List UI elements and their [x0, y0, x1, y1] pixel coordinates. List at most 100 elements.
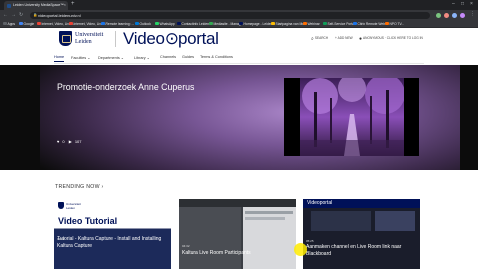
- bookmark-item[interactable]: Self-Service Portal: [323, 21, 355, 26]
- video-card[interactable]: Videoportal 05:25 Aanmaken channel en Li…: [303, 199, 420, 269]
- nav-home[interactable]: Home: [54, 55, 65, 62]
- profile-avatar-icon[interactable]: [460, 12, 465, 18]
- extension-icon[interactable]: [436, 12, 441, 18]
- card-duration: 05:25: [306, 239, 314, 243]
- screen-panel: [375, 211, 415, 231]
- screen-row: [245, 211, 293, 214]
- nav-departments[interactable]: Departments ⌄: [98, 55, 124, 60]
- extension-icon[interactable]: [452, 12, 457, 18]
- maximize-icon[interactable]: □: [461, 1, 464, 7]
- logo-line-1: Universiteit: [75, 32, 104, 38]
- bookmark-label: Remote learning: ...: [105, 21, 135, 26]
- bookmark-favicon-icon: [135, 21, 139, 25]
- search-icon: ⌕: [311, 36, 314, 42]
- mouse-cursor-highlight: [294, 243, 307, 256]
- reload-icon[interactable]: ↻: [19, 12, 23, 18]
- card-duration: 04:32: [182, 244, 190, 248]
- bookmark-item[interactable]: Outlook: [135, 21, 151, 26]
- tab-title: Leiden University MediaSpace™: [13, 3, 64, 7]
- bookmark-favicon-icon: [177, 21, 181, 25]
- brand-word-portal: portal: [177, 29, 219, 48]
- bookmark-favicon-icon: [209, 21, 213, 25]
- nav-channels[interactable]: Channels: [160, 55, 176, 59]
- back-icon[interactable]: ←: [3, 12, 8, 18]
- nav-divider: [54, 63, 424, 64]
- bookmark-item[interactable]: Google: [19, 21, 35, 26]
- nav-terms-conditions[interactable]: Terms & Conditions: [200, 55, 233, 59]
- search-label: SEARCH: [314, 36, 329, 40]
- bookmark-item[interactable]: Startpagina van Me...: [271, 21, 307, 26]
- bookmark-label: Citrix Remote Web...: [357, 21, 388, 26]
- bookmark-favicon-icon: [239, 21, 243, 25]
- card-title: Kaltura Live Room Participants: [182, 250, 251, 256]
- nav-faculties[interactable]: Faculties ⌄: [71, 55, 90, 60]
- bookmark-label: Contactinfo Leiden...: [181, 21, 212, 26]
- bookmark-favicon-icon: [323, 21, 327, 25]
- trending-heading[interactable]: TRENDING NOW ›: [55, 184, 104, 190]
- bookmark-item[interactable]: Apps: [3, 21, 16, 26]
- forward-icon[interactable]: →: [11, 12, 16, 18]
- video-card[interactable]: Universiteit Leiden Video Tutorial 09:57 …: [54, 199, 171, 269]
- add-new-label: + ADD NEW: [335, 36, 353, 40]
- bookmark-item[interactable]: Homepage - Leiden...: [239, 21, 275, 26]
- close-window-icon[interactable]: ×: [470, 1, 473, 7]
- forest-path-image: [300, 78, 404, 156]
- browser-tab[interactable]: Leiden University MediaSpace™ ×: [4, 1, 68, 10]
- play-icon: ▶: [68, 139, 72, 144]
- bookmark-item[interactable]: Webinar: [303, 21, 320, 26]
- university-logo-text[interactable]: Universiteit Leiden: [75, 32, 103, 45]
- card-logo-text: Universiteit Leiden: [66, 202, 81, 210]
- screen-panel: [179, 207, 241, 269]
- bookmark-favicon-icon: [3, 21, 7, 25]
- bookmark-favicon-icon: [271, 21, 275, 25]
- videoportal-page: Universiteit Leiden Video⊙portal ⌕SEARCH…: [0, 28, 478, 269]
- screen-row: [245, 217, 285, 220]
- videoportal-brand[interactable]: Video⊙portal: [123, 29, 219, 49]
- address-url: videoportal.leidenuniv.nl: [38, 13, 81, 18]
- brand-o-icon: ⊙: [164, 29, 179, 48]
- bookmarks-bar: Apps Google Internet, Video, Live... Intern…: [0, 20, 478, 28]
- card-banner: Videoportal: [307, 200, 333, 206]
- nav-library[interactable]: Library ⌄: [134, 55, 150, 60]
- address-bar[interactable]: 🔒 videoportal.leidenuniv.nl: [30, 11, 430, 19]
- close-tab-icon[interactable]: ×: [64, 2, 66, 7]
- bookmark-item[interactable]: Contactinfo Leiden...: [177, 21, 212, 26]
- card-title: Aanmaken channel en Live Room link naar …: [306, 244, 402, 257]
- bookmark-label: Outlook: [139, 21, 151, 26]
- bookmark-label: Google: [23, 21, 35, 26]
- bookmark-item[interactable]: WhatsApp: [155, 21, 175, 26]
- lock-icon: 🔒: [33, 13, 38, 17]
- bookmark-favicon-icon: [19, 21, 23, 25]
- card-banner: Video Tutorial: [58, 216, 118, 226]
- logo-divider: [115, 31, 116, 47]
- user-login-link[interactable]: ●ANONYMOUS · CLICK HERE TO LOG IN: [359, 36, 423, 42]
- browser-menu-icon[interactable]: ⋮: [470, 11, 475, 17]
- bookmark-favicon-icon: [101, 21, 105, 25]
- bookmark-favicon-icon: [37, 21, 41, 25]
- browser-tab-strip: Leiden University MediaSpace™ × + – □ ×: [0, 0, 478, 10]
- user-icon: ●: [359, 36, 363, 42]
- brand-word-video: Video: [123, 29, 165, 48]
- add-new-button[interactable]: + ADD NEW: [335, 36, 353, 40]
- bookmark-favicon-icon: [385, 21, 389, 25]
- new-tab-icon[interactable]: +: [71, 1, 75, 7]
- search-button[interactable]: ⌕SEARCH: [311, 36, 328, 42]
- featured-title[interactable]: Promotie-onderzoek Anne Cuperus: [57, 82, 207, 93]
- bookmark-item[interactable]: Citrix Remote Web...: [353, 21, 388, 26]
- bookmark-label: NPO TV...: [389, 21, 405, 26]
- video-card[interactable]: 04:32 Kaltura Live Room Participants: [179, 199, 296, 269]
- bookmark-item[interactable]: NPO TV...: [385, 21, 405, 26]
- featured-thumbnail[interactable]: [284, 78, 419, 156]
- plays-count: 107: [74, 139, 82, 144]
- extension-icon[interactable]: [444, 12, 449, 18]
- bookmark-favicon-icon: [155, 21, 159, 25]
- nav-guides[interactable]: Guides: [182, 55, 194, 59]
- bookmark-label: Self-Service Portal: [327, 21, 355, 26]
- bookmark-favicon-icon: [353, 21, 357, 25]
- featured-carousel[interactable]: Promotie-onderzoek Anne Cuperus ♥ 0 ▶ 107: [0, 65, 478, 170]
- site-favicon-icon: [7, 3, 11, 8]
- bookmark-item[interactable]: Remote learning: ...: [101, 21, 135, 26]
- minimize-icon[interactable]: –: [452, 1, 455, 7]
- bookmark-label: Apps: [7, 21, 16, 26]
- logo-line-2: Leiden: [75, 38, 92, 45]
